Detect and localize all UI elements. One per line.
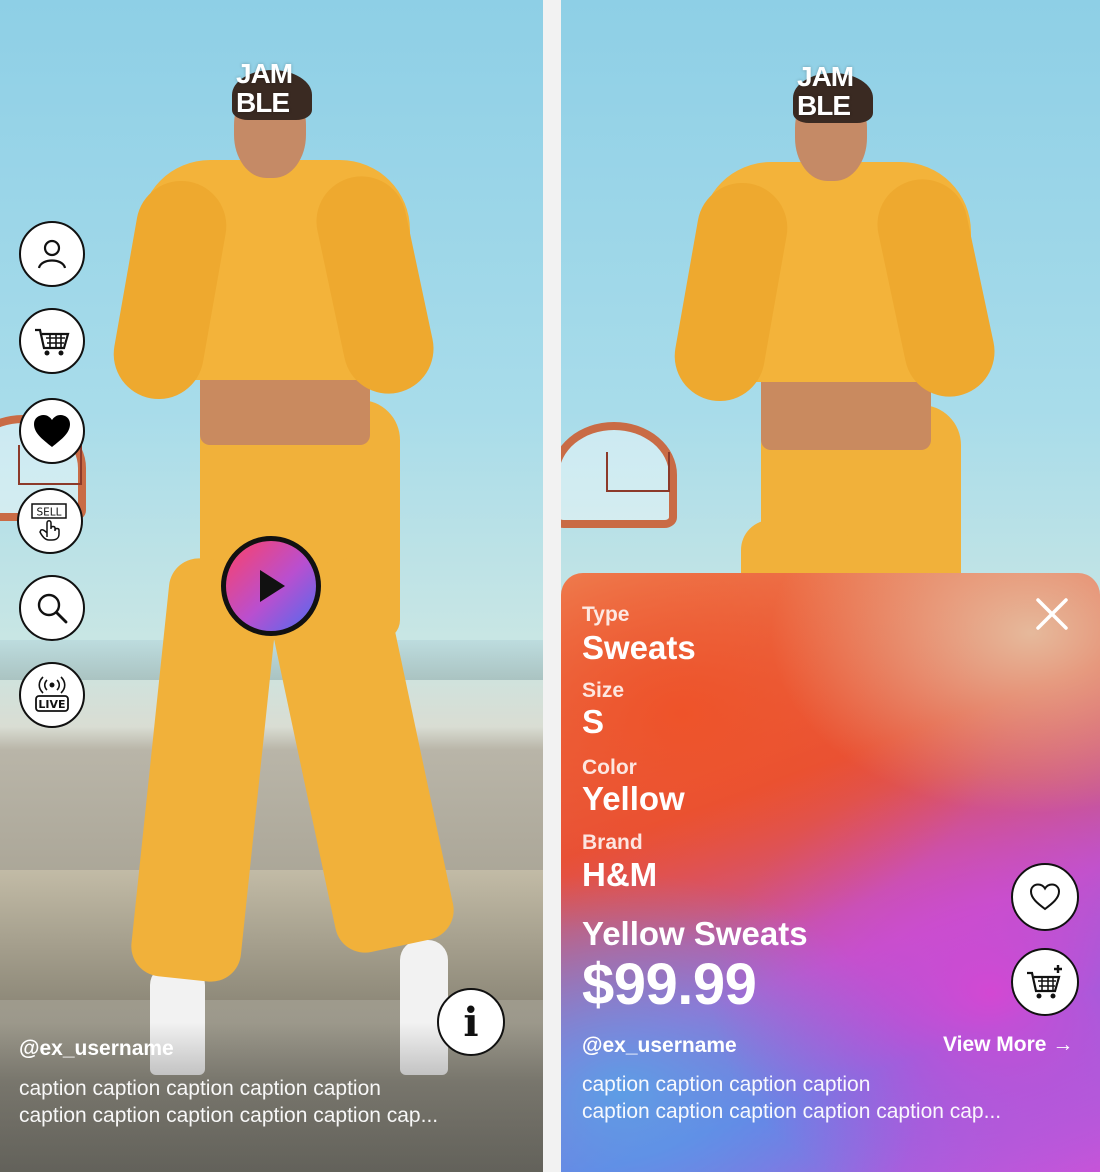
product-screen: JAM BLE Type Sweats Size S Color Yellow … <box>561 0 1100 1172</box>
info-button[interactable]: i <box>437 988 505 1056</box>
live-icon: LIVE <box>35 676 69 712</box>
play-icon <box>260 570 285 602</box>
play-button[interactable] <box>221 536 321 636</box>
view-more-link[interactable]: View More → <box>943 1033 1073 1057</box>
basketball-net <box>606 452 670 492</box>
feed-screen: JAM BLE SELL LIVE i @ex_username caption… <box>0 0 543 1172</box>
logo-line-2: BLE <box>797 90 851 121</box>
size-label: Size <box>582 679 625 702</box>
close-icon[interactable] <box>1035 597 1069 631</box>
add-to-cart-button[interactable] <box>1011 948 1079 1016</box>
color-label: Color <box>582 756 637 779</box>
product-details-sheet: Type Sweats Size S Color Yellow Brand H&… <box>561 573 1100 1172</box>
add-cart-icon <box>1027 965 1062 999</box>
search-icon <box>37 593 68 624</box>
live-button[interactable]: LIVE <box>19 662 85 728</box>
logo-line-2: BLE <box>236 87 290 118</box>
logo-line-1: JAM <box>236 58 293 89</box>
seller-username[interactable]: @ex_username <box>582 1034 737 1058</box>
caption-line-2: caption caption caption caption caption … <box>582 1100 1002 1123</box>
type-value: Sweats <box>582 629 696 666</box>
caption-line-1: caption caption caption caption <box>582 1073 871 1096</box>
heart-outline-icon <box>1029 883 1061 911</box>
info-icon: i <box>463 998 479 1046</box>
product-caption: caption caption caption caption caption … <box>582 1071 1082 1125</box>
app-logo[interactable]: JAM BLE <box>236 58 293 118</box>
type-label: Type <box>582 603 630 626</box>
cart-icon <box>35 328 70 356</box>
product-price: $99.99 <box>582 952 757 1017</box>
like-button[interactable] <box>19 398 85 464</box>
caption-line-1: caption caption caption caption caption <box>19 1077 381 1100</box>
size-value: S <box>582 703 605 740</box>
search-button[interactable] <box>19 575 85 641</box>
sell-text: SELL <box>37 507 62 519</box>
sell-button[interactable]: SELL <box>17 488 83 554</box>
brand-label: Brand <box>582 831 643 854</box>
sell-icon: SELL <box>31 503 67 541</box>
wishlist-button[interactable] <box>1011 863 1079 931</box>
concrete-wall <box>0 870 543 1000</box>
username[interactable]: @ex_username <box>19 1037 174 1061</box>
profile-button[interactable] <box>19 221 85 287</box>
heart-icon <box>34 415 70 447</box>
color-value: Yellow <box>582 780 685 817</box>
caption-line-2: caption caption caption caption caption … <box>19 1104 439 1127</box>
app-logo[interactable]: JAM BLE <box>797 61 854 121</box>
logo-line-1: JAM <box>797 61 854 92</box>
live-text: LIVE <box>38 698 65 711</box>
brand-value: H&M <box>582 856 658 893</box>
caption: caption caption caption caption caption … <box>19 1075 509 1129</box>
cart-button[interactable] <box>19 308 85 374</box>
profile-icon <box>37 239 67 269</box>
product-name: Yellow Sweats <box>582 915 808 952</box>
